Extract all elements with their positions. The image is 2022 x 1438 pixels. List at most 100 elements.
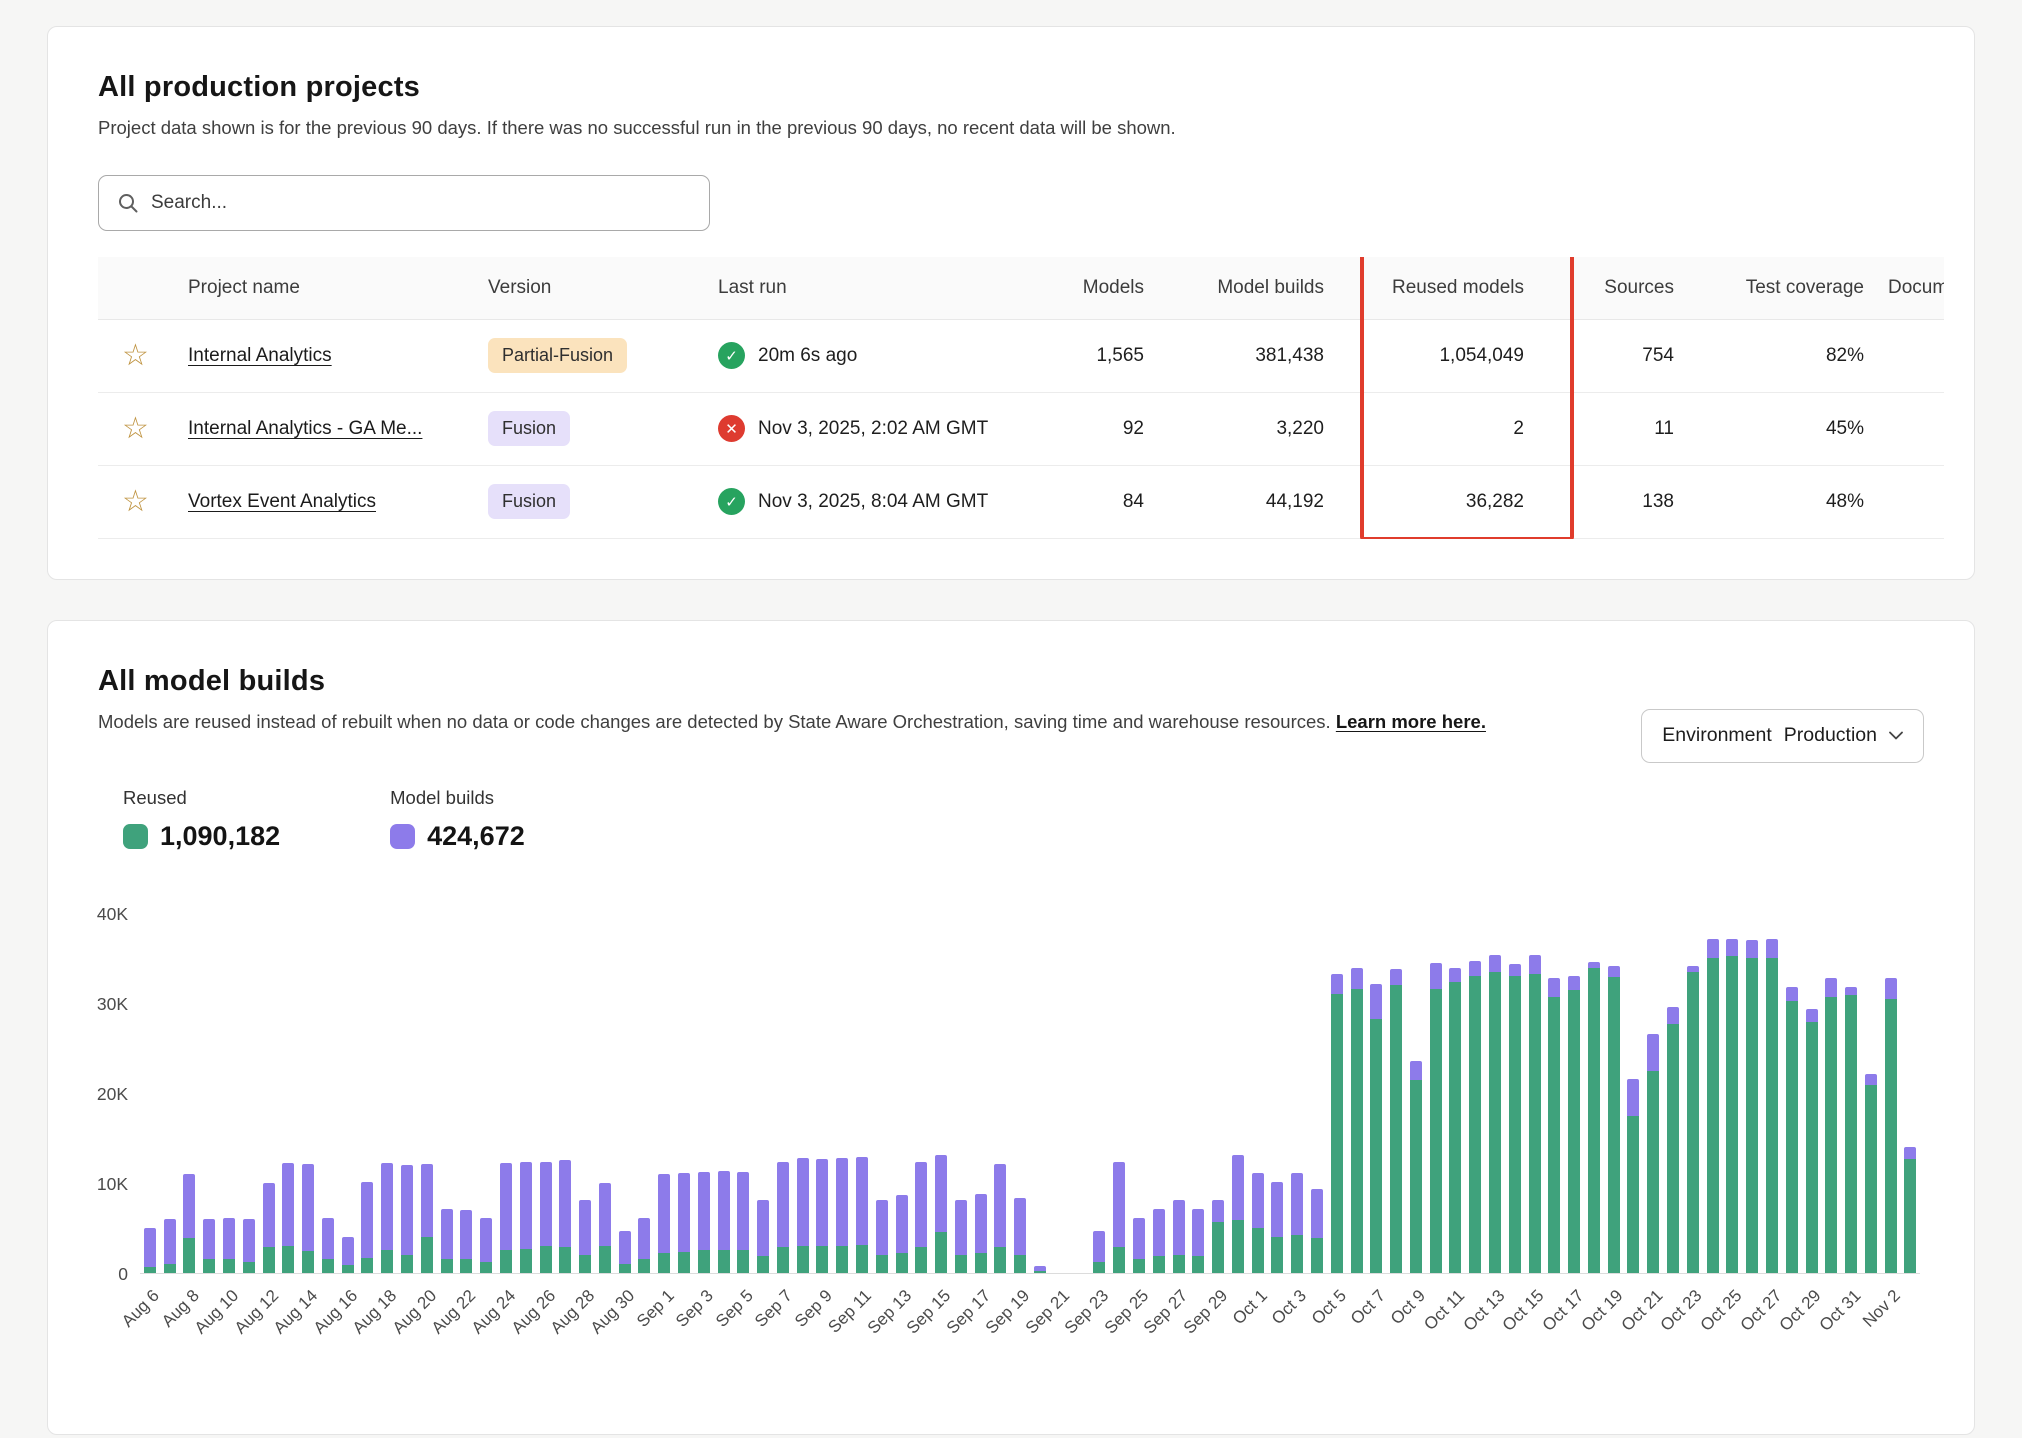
chart-legend: Reused 1,090,182 Model builds 424,672 <box>123 787 1924 852</box>
bar-aug-11 <box>239 913 259 1273</box>
x-tick-label: Oct 23 <box>1657 1286 1707 1336</box>
bar-sep-28 <box>1188 913 1208 1273</box>
bar-oct-24 <box>1703 913 1723 1273</box>
model-builds-chart: 010K20K30K40K Aug 6Aug 8Aug 10Aug 12Aug … <box>70 914 1970 1394</box>
reused-models-count: 2 <box>1348 392 1548 465</box>
bar-oct-16 <box>1544 913 1564 1273</box>
project-link[interactable]: Vortex Event Analytics <box>188 491 376 512</box>
status-success-icon: ✓ <box>718 488 745 515</box>
test-coverage-value: 82% <box>1698 319 1888 392</box>
x-tick-label: Oct 21 <box>1618 1286 1668 1336</box>
sources-count: 138 <box>1548 465 1698 538</box>
chevron-down-icon <box>1889 731 1903 740</box>
project-link[interactable]: Internal Analytics <box>188 345 332 366</box>
y-tick-label: 20K <box>70 1084 128 1105</box>
x-tick-label: Sep 15 <box>903 1286 955 1338</box>
x-tick-label: Oct 27 <box>1736 1286 1786 1336</box>
bar-aug-28 <box>575 913 595 1273</box>
bar-aug-19 <box>397 913 417 1273</box>
reused-models-count: 1,054,049 <box>1348 319 1548 392</box>
bar-sep-23 <box>1090 913 1110 1273</box>
bar-sep-27 <box>1169 913 1189 1273</box>
environment-label: Environment <box>1662 724 1771 747</box>
x-tick-label: Oct 29 <box>1776 1286 1826 1336</box>
learn-more-link[interactable]: Learn more here. <box>1336 711 1486 732</box>
x-tick-label: Sep 3 <box>672 1286 718 1332</box>
status-success-icon: ✓ <box>718 342 745 369</box>
col-model-builds: Model builds <box>1168 257 1348 319</box>
bar-sep-12 <box>872 913 892 1273</box>
bar-sep-13 <box>892 913 912 1273</box>
chart-x-axis: Aug 6Aug 8Aug 10Aug 12Aug 14Aug 16Aug 18… <box>140 1286 1920 1386</box>
bar-oct-14 <box>1505 913 1525 1273</box>
x-tick-label: Oct 1 <box>1229 1286 1272 1329</box>
model-builds-count: 44,192 <box>1168 465 1348 538</box>
x-tick-label: Oct 15 <box>1499 1286 1549 1336</box>
bar-sep-18 <box>991 913 1011 1273</box>
y-tick-label: 40K <box>70 904 128 925</box>
bar-sep-19 <box>1010 913 1030 1273</box>
bar-nov-1 <box>1861 913 1881 1273</box>
bar-sep-14 <box>911 913 931 1273</box>
table-header-row: Project name Version Last run Models Mod… <box>98 257 1944 319</box>
bar-sep-3 <box>694 913 714 1273</box>
x-tick-label: Aug 30 <box>586 1286 638 1338</box>
favorite-star-icon[interactable]: ☆ <box>122 341 149 371</box>
production-projects-card: All production projects Project data sho… <box>47 26 1975 580</box>
project-search[interactable] <box>98 175 710 231</box>
sources-count: 754 <box>1548 319 1698 392</box>
version-badge: Fusion <box>488 411 570 446</box>
x-tick-label: Oct 7 <box>1347 1286 1390 1329</box>
bar-sep-29 <box>1208 913 1228 1273</box>
models-count: 92 <box>1048 392 1168 465</box>
model-builds-count: 381,438 <box>1168 319 1348 392</box>
x-tick-label: Aug 18 <box>349 1286 401 1338</box>
legend-builds-label: Model builds <box>390 787 525 809</box>
bar-nov-3 <box>1901 913 1921 1273</box>
models-count: 84 <box>1048 465 1168 538</box>
bar-oct-28 <box>1782 913 1802 1273</box>
x-tick-label: Sep 7 <box>751 1286 797 1332</box>
bar-aug-27 <box>555 913 575 1273</box>
bar-aug-29 <box>595 913 615 1273</box>
bar-aug-12 <box>259 913 279 1273</box>
bar-sep-10 <box>832 913 852 1273</box>
legend-builds-value: 424,672 <box>427 821 525 852</box>
bar-aug-13 <box>278 913 298 1273</box>
favorite-star-icon[interactable]: ☆ <box>122 414 149 444</box>
x-tick-label: Aug 14 <box>270 1286 322 1338</box>
x-tick-label: Sep 19 <box>982 1286 1034 1338</box>
bar-aug-6 <box>140 913 160 1273</box>
bar-aug-26 <box>536 913 556 1273</box>
bar-sep-24 <box>1109 913 1129 1273</box>
reused-swatch-icon <box>123 824 148 849</box>
col-last-run: Last run <box>718 257 1048 319</box>
bar-aug-22 <box>457 913 477 1273</box>
bar-oct-18 <box>1584 913 1604 1273</box>
col-version: Version <box>488 257 718 319</box>
favorite-star-icon[interactable]: ☆ <box>122 487 149 517</box>
x-tick-label: Sep 23 <box>1061 1286 1113 1338</box>
table-row: ☆ Internal Analytics Partial-Fusion ✓ 20… <box>98 319 1944 392</box>
search-input[interactable] <box>151 192 691 214</box>
environment-select[interactable]: Environment Production <box>1641 709 1924 763</box>
projects-card-subtitle: Project data shown is for the previous 9… <box>98 117 1924 139</box>
model-builds-count: 3,220 <box>1168 392 1348 465</box>
builds-card-subtitle-text: Models are reused instead of rebuilt whe… <box>98 711 1331 732</box>
project-link[interactable]: Internal Analytics - GA Me... <box>188 418 422 439</box>
x-tick-label: Oct 11 <box>1421 1286 1470 1335</box>
test-coverage-value: 45% <box>1698 392 1888 465</box>
last-run-text: Nov 3, 2025, 2:02 AM GMT <box>758 418 988 440</box>
bar-sep-17 <box>971 913 991 1273</box>
x-tick-label: Nov 2 <box>1859 1286 1905 1332</box>
x-tick-label: Oct 17 <box>1538 1286 1588 1336</box>
bar-oct-26 <box>1742 913 1762 1273</box>
bar-aug-8 <box>180 913 200 1273</box>
legend-reused-value: 1,090,182 <box>160 821 280 852</box>
bar-aug-15 <box>318 913 338 1273</box>
bar-sep-16 <box>951 913 971 1273</box>
bar-sep-30 <box>1228 913 1248 1273</box>
search-icon <box>117 192 139 214</box>
x-tick-label: Oct 3 <box>1268 1286 1311 1329</box>
bar-aug-31 <box>635 913 655 1273</box>
